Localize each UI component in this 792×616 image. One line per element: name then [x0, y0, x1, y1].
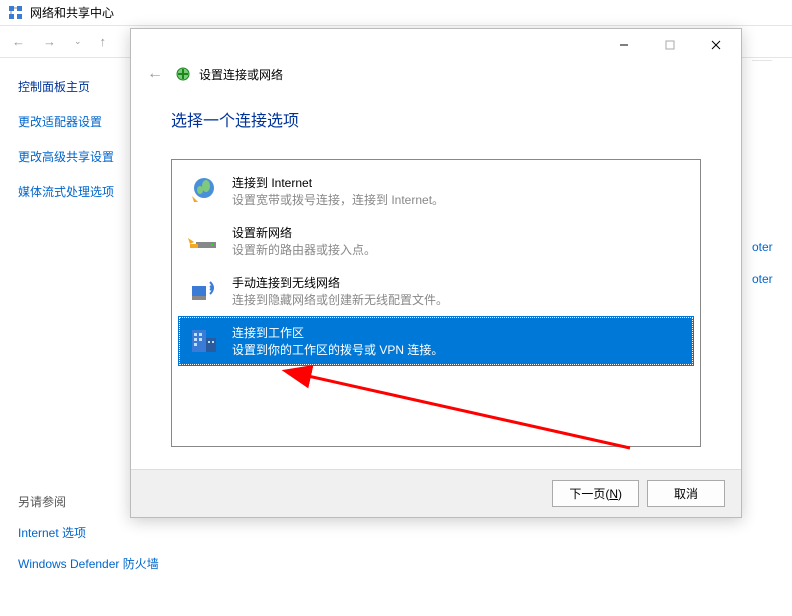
- window-controls: [601, 30, 739, 60]
- bg-title-bar: 网络和共享中心: [0, 0, 792, 26]
- option-manual-wireless[interactable]: 手动连接到无线网络 连接到隐藏网络或创建新无线配置文件。: [178, 266, 694, 316]
- modal-header: ← 设置连接或网络: [131, 61, 741, 99]
- separator: [752, 60, 772, 61]
- modal-heading: 选择一个连接选项: [171, 107, 701, 131]
- option-desc: 设置新的路由器或接入点。: [232, 241, 376, 258]
- option-title: 连接到 Internet: [232, 174, 444, 191]
- nav-dropdown-icon[interactable]: ⌄: [74, 36, 82, 47]
- minimize-button[interactable]: [601, 30, 647, 60]
- bg-window-title: 网络和共享中心: [30, 4, 114, 21]
- bg-partial-links: oter oter: [752, 240, 792, 304]
- cancel-button[interactable]: 取消: [647, 480, 725, 507]
- bg-sidebar: 控制面板主页 更改适配器设置 更改高级共享设置 媒体流式处理选项: [18, 78, 148, 218]
- connection-icon: [175, 66, 191, 82]
- option-connect-workplace[interactable]: 连接到工作区 设置到你的工作区的拨号或 VPN 连接。: [178, 316, 694, 366]
- modal-footer: 下一页(N) 取消: [131, 469, 741, 517]
- option-title: 连接到工作区: [232, 324, 443, 341]
- modal-title: 设置连接或网络: [199, 66, 283, 83]
- option-text: 连接到工作区 设置到你的工作区的拨号或 VPN 连接。: [232, 324, 443, 358]
- maximize-button: [647, 30, 693, 60]
- option-new-network[interactable]: 设置新网络 设置新的路由器或接入点。: [178, 216, 694, 266]
- nav-up-icon[interactable]: ↑: [100, 34, 107, 49]
- connection-option-list: 连接到 Internet 设置宽带或拨号连接，连接到 Internet。 设置新…: [171, 159, 701, 447]
- modal-back-icon: ←: [147, 65, 167, 83]
- modal-title-bar: [131, 29, 741, 61]
- setup-connection-dialog: ← 设置连接或网络 选择一个连接选项 连接到 Internet 设置宽带或拨号连…: [130, 28, 742, 518]
- globe-icon: [188, 174, 220, 206]
- workplace-icon: [188, 324, 220, 356]
- next-button[interactable]: 下一页(N): [552, 480, 639, 507]
- sidebar-link-media[interactable]: 媒体流式处理选项: [18, 183, 138, 200]
- wlan-icon: [188, 274, 220, 306]
- see-also-defender-firewall[interactable]: Windows Defender 防火墙: [18, 555, 159, 572]
- router-icon: [188, 224, 220, 256]
- close-button[interactable]: [693, 30, 739, 60]
- option-desc: 设置宽带或拨号连接，连接到 Internet。: [232, 191, 444, 208]
- option-text: 连接到 Internet 设置宽带或拨号连接，连接到 Internet。: [232, 174, 444, 208]
- see-also-internet-options[interactable]: Internet 选项: [18, 524, 159, 541]
- option-desc: 设置到你的工作区的拨号或 VPN 连接。: [232, 341, 443, 358]
- partial-link-1[interactable]: oter: [752, 240, 792, 254]
- option-text: 设置新网络 设置新的路由器或接入点。: [232, 224, 376, 258]
- nav-back-icon[interactable]: ←: [12, 34, 25, 49]
- option-connect-internet[interactable]: 连接到 Internet 设置宽带或拨号连接，连接到 Internet。: [178, 166, 694, 216]
- modal-body: 选择一个连接选项 连接到 Internet 设置宽带或拨号连接，连接到 Inte…: [131, 99, 741, 447]
- option-title: 设置新网络: [232, 224, 376, 241]
- sidebar-link-adapter[interactable]: 更改适配器设置: [18, 113, 138, 130]
- option-text: 手动连接到无线网络 连接到隐藏网络或创建新无线配置文件。: [232, 274, 448, 308]
- partial-link-2[interactable]: oter: [752, 272, 792, 286]
- network-icon: [8, 5, 24, 21]
- sidebar-cp-home[interactable]: 控制面板主页: [18, 78, 138, 95]
- option-title: 手动连接到无线网络: [232, 274, 448, 291]
- sidebar-link-sharing[interactable]: 更改高级共享设置: [18, 148, 138, 165]
- option-desc: 连接到隐藏网络或创建新无线配置文件。: [232, 291, 448, 308]
- nav-forward-icon: →: [43, 34, 56, 49]
